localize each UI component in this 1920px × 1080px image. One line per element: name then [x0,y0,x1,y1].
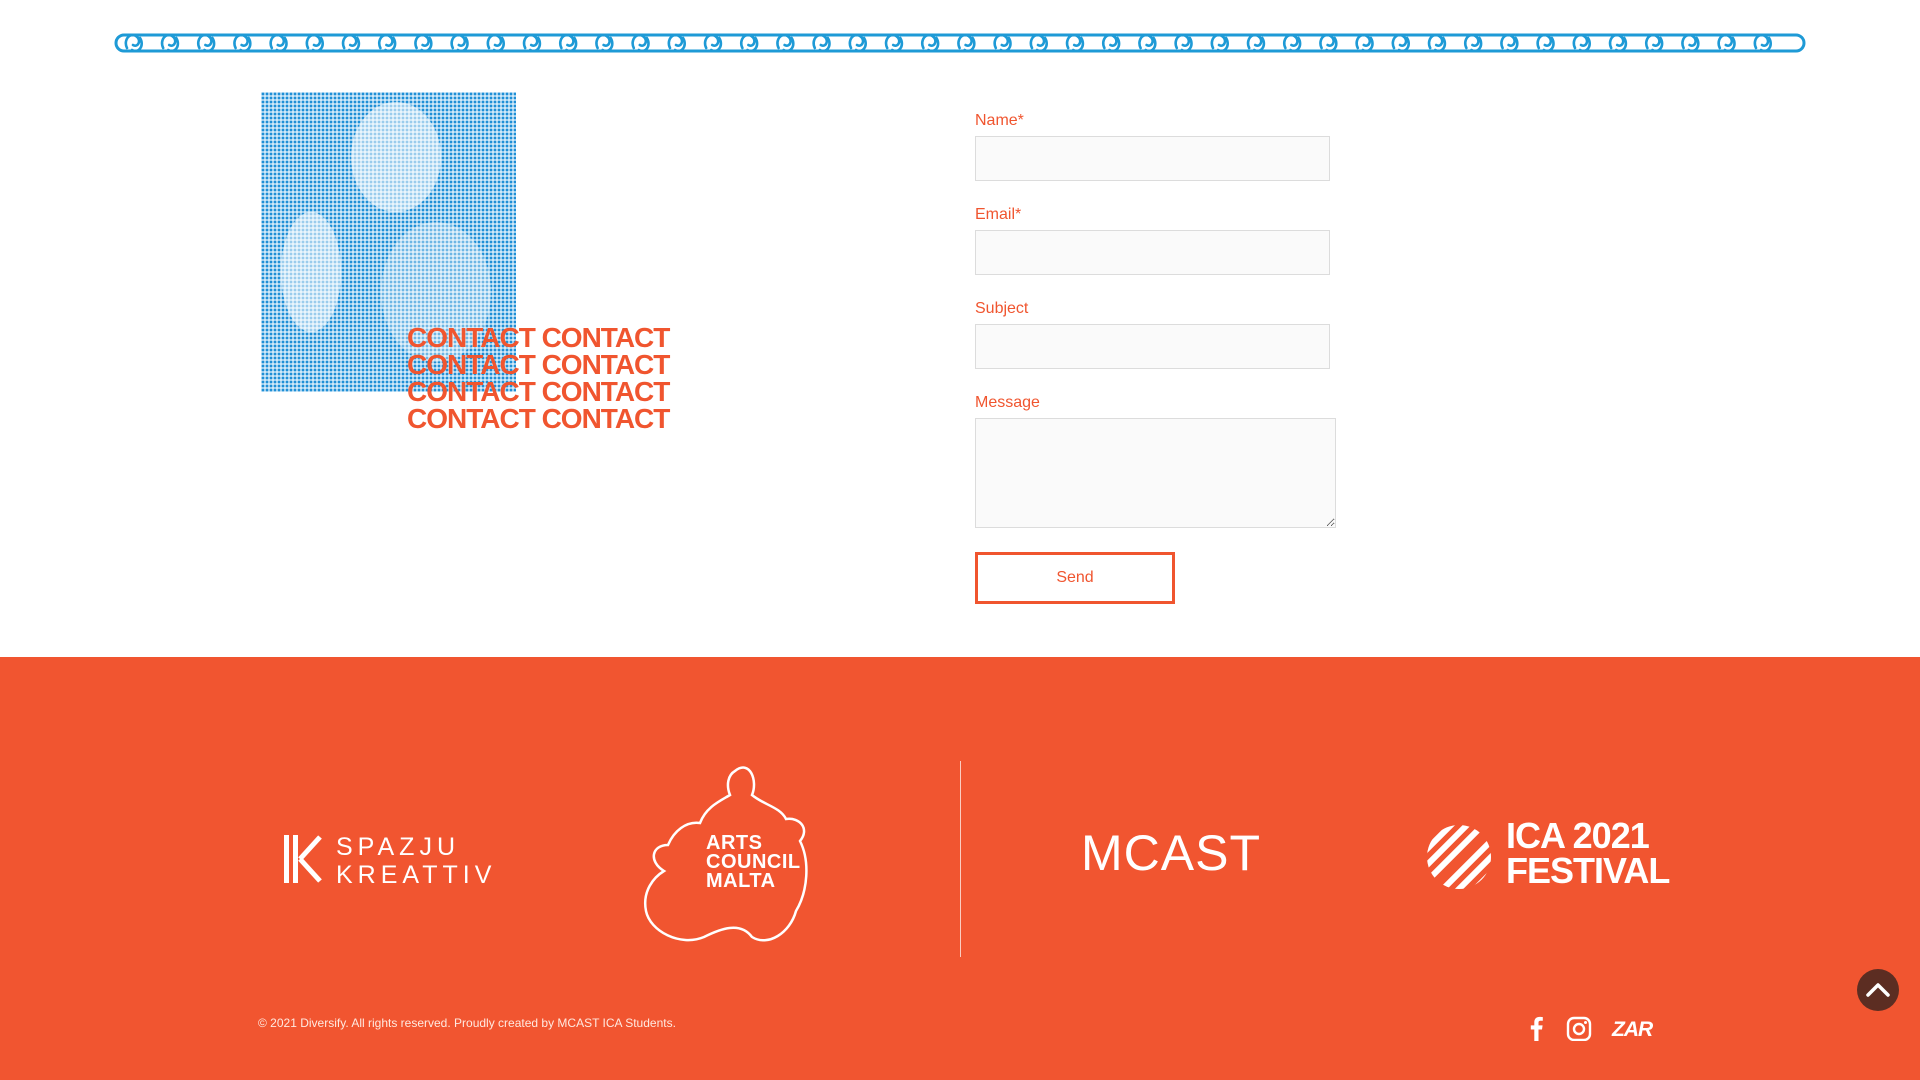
chain-link [812,33,831,53]
ica-title-line: ICA 2021 [1506,815,1650,856]
chain-link [1608,33,1628,53]
name-label: Name* [975,112,1024,129]
chain-link [196,33,216,53]
chain-link [1427,33,1447,53]
chain-link [377,33,397,53]
spazju-kreattiv-logo[interactable]: SPAZJU KREATTIV [284,833,494,889]
chain-link [233,33,252,53]
chain-link [848,33,867,53]
chain-link [667,33,686,53]
chain-link [558,33,578,53]
zar-logo[interactable]: ZAR [1612,1018,1653,1044]
chain-link [1174,33,1193,53]
subject-field[interactable] [975,324,1330,369]
malta-line: MALTA [706,870,776,892]
chain-border-decoration [114,33,1806,53]
send-button[interactable]: Send [975,552,1175,604]
chain-link [1536,33,1555,53]
chain-link [1065,33,1085,53]
chain-link [522,33,542,53]
mcast-logo[interactable]: MCAST [1081,827,1261,879]
chain-link [1717,33,1736,53]
festival-title-line: FESTIVAL [1506,850,1670,891]
facebook-icon[interactable] [1528,1015,1544,1041]
chain-link [1753,33,1772,53]
chain-link [1391,33,1410,53]
message-label: Message [975,394,1040,411]
chain-link [1138,33,1157,53]
chain-link [1319,33,1338,53]
chain-link [1029,33,1048,53]
contact-form: Name* Email* Subject Message Send [975,112,1375,604]
chain-link [1572,33,1591,53]
chain-link [920,33,940,53]
chain-link [957,33,976,53]
contact-title-line: CONTACT CONTACT [407,349,670,380]
chain-link [1355,33,1374,53]
chain-link [884,33,904,53]
email-field[interactable] [975,230,1330,275]
footer: SPAZJU KREATTIV ARTS COUNCIL MALTA MCAST [0,657,1920,1080]
chain-link [414,33,433,53]
chevron-up-icon [1866,983,1890,997]
chain-link [486,33,505,53]
contact-title-line: CONTACT CONTACT [407,322,670,353]
chain-link [1210,33,1229,53]
chain-link [993,33,1012,53]
contact-title-line: CONTACT CONTACT [407,376,670,407]
copyright-text: © 2021 Diversify. All rights reserved. P… [258,1016,676,1030]
chain-link [631,33,650,53]
contact-title: CONTACT CONTACT CONTACT CONTACT CONTACT … [407,322,670,434]
back-to-top-button[interactable] [1857,969,1899,1011]
spazju-line: SPAZJU [336,833,460,861]
chain-link [160,33,180,53]
chain-link [1644,33,1664,53]
chain-link [776,33,795,53]
chain-link [1463,33,1483,53]
instagram-icon[interactable] [1566,1015,1592,1041]
contact-title-line: CONTACT CONTACT [407,403,670,434]
spazju-k-mark-icon [284,835,322,883]
chain-link [1282,33,1302,53]
arts-council-malta-logo[interactable]: ARTS COUNCIL MALTA [640,761,850,947]
chain-link [341,33,361,53]
chain-link [703,33,723,53]
chain-link [1500,33,1519,53]
chain-link [595,33,614,53]
subject-label: Subject [975,300,1029,317]
message-field[interactable] [975,418,1336,528]
ica-striped-disc-icon [1427,825,1491,889]
chain-link [305,33,324,53]
kreattiv-line: KREATTIV [336,861,497,889]
chain-link [450,33,469,53]
name-field[interactable] [975,136,1330,181]
ica-festival-logo[interactable]: ICA 2021 FESTIVAL [1426,815,1670,889]
chain-link [1246,33,1266,53]
footer-divider [960,761,961,957]
chain-link [1101,33,1121,53]
chain-link [269,33,288,53]
email-label: Email* [975,206,1022,223]
chain-link [1681,33,1700,53]
chain-link [124,33,143,53]
chain-link [739,33,759,53]
